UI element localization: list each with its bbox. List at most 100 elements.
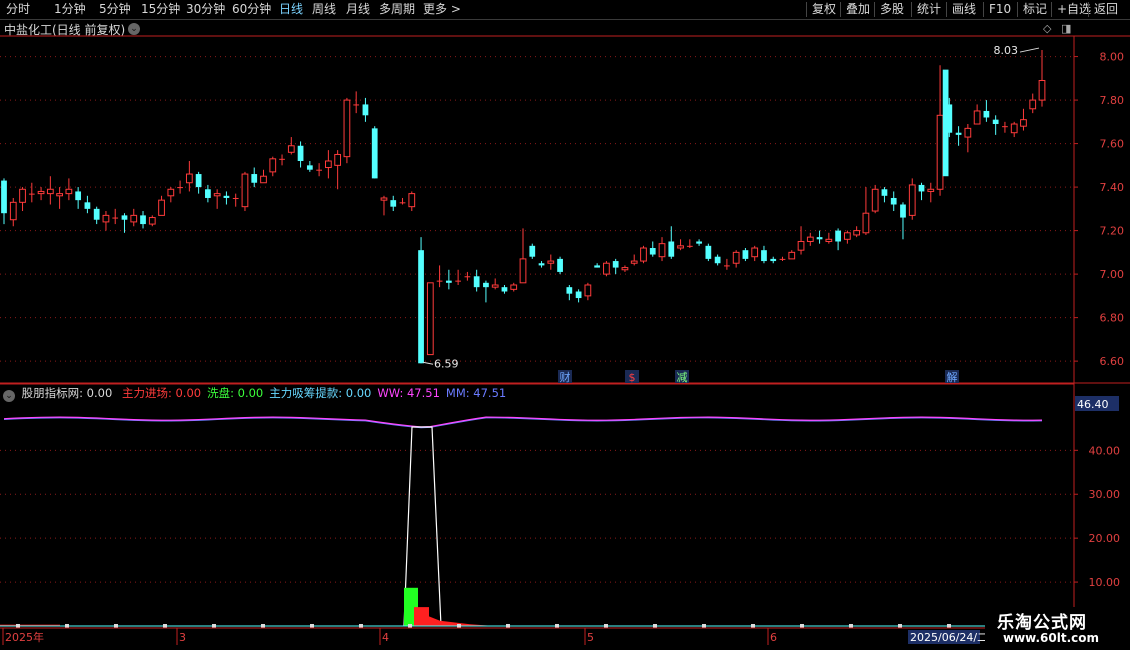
tab-7[interactable]: 周线 xyxy=(312,0,336,19)
mm-line xyxy=(3,417,1043,429)
candle-body xyxy=(862,212,870,234)
toolbar-button-0[interactable]: 复权 xyxy=(812,0,836,19)
candle-body xyxy=(918,184,925,192)
candle-body xyxy=(890,197,897,205)
candle-body xyxy=(121,215,128,220)
candle-body xyxy=(927,188,935,192)
candle-body xyxy=(46,188,54,195)
candle-body xyxy=(992,119,999,125)
toolbar-separator xyxy=(1088,2,1089,17)
date-label: 3 xyxy=(179,631,186,644)
candle-body xyxy=(130,214,138,223)
candle-body xyxy=(241,173,249,208)
candle-body xyxy=(362,104,369,116)
tab-9[interactable]: 多周期 xyxy=(379,0,415,19)
tab-4[interactable]: 30分钟 xyxy=(186,0,225,19)
indicator-field-2: 主力吸筹提款: 0.00 xyxy=(269,386,372,400)
current-value-box xyxy=(1075,396,1119,411)
green-bar xyxy=(404,587,418,626)
candle-body xyxy=(742,250,749,259)
tab-3[interactable]: 15分钟 xyxy=(141,0,180,19)
candle-body xyxy=(751,247,759,258)
price-tick-label: 7.00 xyxy=(1100,268,1125,281)
toolbar-button-2[interactable]: 多股 xyxy=(880,0,904,19)
toolbar-button-3[interactable]: 统计 xyxy=(917,0,941,19)
tab-10[interactable]: 更多 > xyxy=(423,0,461,19)
indicator-field-3: WW: 47.51 xyxy=(377,386,440,400)
candle-body xyxy=(677,245,684,249)
candle-body xyxy=(56,193,63,197)
candle-body xyxy=(185,173,193,184)
candle-body xyxy=(260,175,267,184)
tab-1[interactable]: 1分钟 xyxy=(54,0,86,19)
baseline-dot xyxy=(65,624,69,628)
toolbar-button-7[interactable]: +自选 xyxy=(1057,0,1091,19)
candle-body xyxy=(1020,119,1027,127)
tab-0[interactable]: 分时 xyxy=(6,0,30,19)
candle-body xyxy=(946,104,953,133)
price-tick-label: 7.80 xyxy=(1100,94,1125,107)
baseline-dot xyxy=(800,624,804,628)
date-label: 6 xyxy=(770,631,777,644)
candle-body xyxy=(964,127,972,138)
toolbar-button-4[interactable]: 画线 xyxy=(952,0,976,19)
candle-body xyxy=(491,284,499,288)
toolbar-button-5[interactable]: F10 xyxy=(989,0,1011,19)
stock-chart[interactable]: 8.03 6.59 8.00 7.80 7.60 7.40 7.20 7.00 6.80 6.6… xyxy=(0,0,1130,650)
candle-body xyxy=(621,267,629,271)
candle-body xyxy=(908,184,916,216)
candle-body xyxy=(584,284,592,297)
baseline-dot xyxy=(457,624,461,628)
candle-body xyxy=(287,145,295,153)
baseline-dot xyxy=(212,624,216,628)
candle-body xyxy=(251,174,258,183)
chevron-down-icon[interactable]: ⌄ xyxy=(3,390,15,402)
candle-body xyxy=(825,238,833,242)
candle-body xyxy=(770,258,777,262)
panel-toggle-icon[interactable]: ◨ xyxy=(1061,22,1071,35)
candle-body xyxy=(881,189,888,196)
indicator-field-4: MM: 47.51 xyxy=(445,386,507,400)
event-marker-bg xyxy=(945,370,959,383)
candle-body xyxy=(1029,99,1037,110)
candle-body xyxy=(399,202,406,204)
toolbar-button-6[interactable]: 标记 xyxy=(1023,0,1047,19)
tab-5[interactable]: 60分钟 xyxy=(232,0,271,19)
candle-body xyxy=(668,241,675,257)
tab-2[interactable]: 5分钟 xyxy=(99,0,131,19)
toolbar-separator xyxy=(1051,2,1052,17)
indicator-field-0: 主力进场: 0.00 xyxy=(121,386,202,400)
candle-body xyxy=(177,187,183,189)
price-tick-label: 6.60 xyxy=(1100,355,1125,368)
high-label: 8.03 xyxy=(994,44,1019,57)
tab-8[interactable]: 月线 xyxy=(346,0,370,19)
price-tick-label: 7.40 xyxy=(1100,181,1125,194)
toolbar-button-1[interactable]: 叠加 xyxy=(846,0,870,19)
candle-body xyxy=(714,256,721,264)
candle-body xyxy=(603,262,610,275)
baseline-dot xyxy=(604,624,608,628)
baseline-dot xyxy=(751,624,755,628)
candle-body xyxy=(1010,123,1018,134)
diamond-icon[interactable]: ◇ xyxy=(1043,22,1051,35)
candle-body xyxy=(75,191,82,201)
chevron-down-icon[interactable]: ⌄ xyxy=(128,23,140,35)
candle-body xyxy=(724,265,730,267)
ww-line xyxy=(3,416,1043,428)
baseline-dot xyxy=(310,624,314,628)
candle-body xyxy=(566,287,573,294)
toolbar-button-8[interactable]: 返回 xyxy=(1094,0,1118,19)
toolbar-separator xyxy=(911,2,912,17)
candle-body xyxy=(232,197,239,199)
baseline-dot xyxy=(947,624,951,628)
candle-body xyxy=(65,188,73,195)
indicator-axis: 40.00 30.00 20.00 10.00 46.40 xyxy=(1074,396,1120,589)
candle-body xyxy=(788,251,796,260)
indicator-name[interactable]: 股朋指标网 xyxy=(22,386,80,400)
toolbar-separator xyxy=(1017,2,1018,17)
tab-6[interactable]: 日线 xyxy=(279,0,303,19)
spike-line xyxy=(403,426,442,627)
candle-body xyxy=(473,276,480,288)
panel-controls: ◇ ◨ xyxy=(1043,22,1071,35)
candle-body xyxy=(761,250,767,262)
